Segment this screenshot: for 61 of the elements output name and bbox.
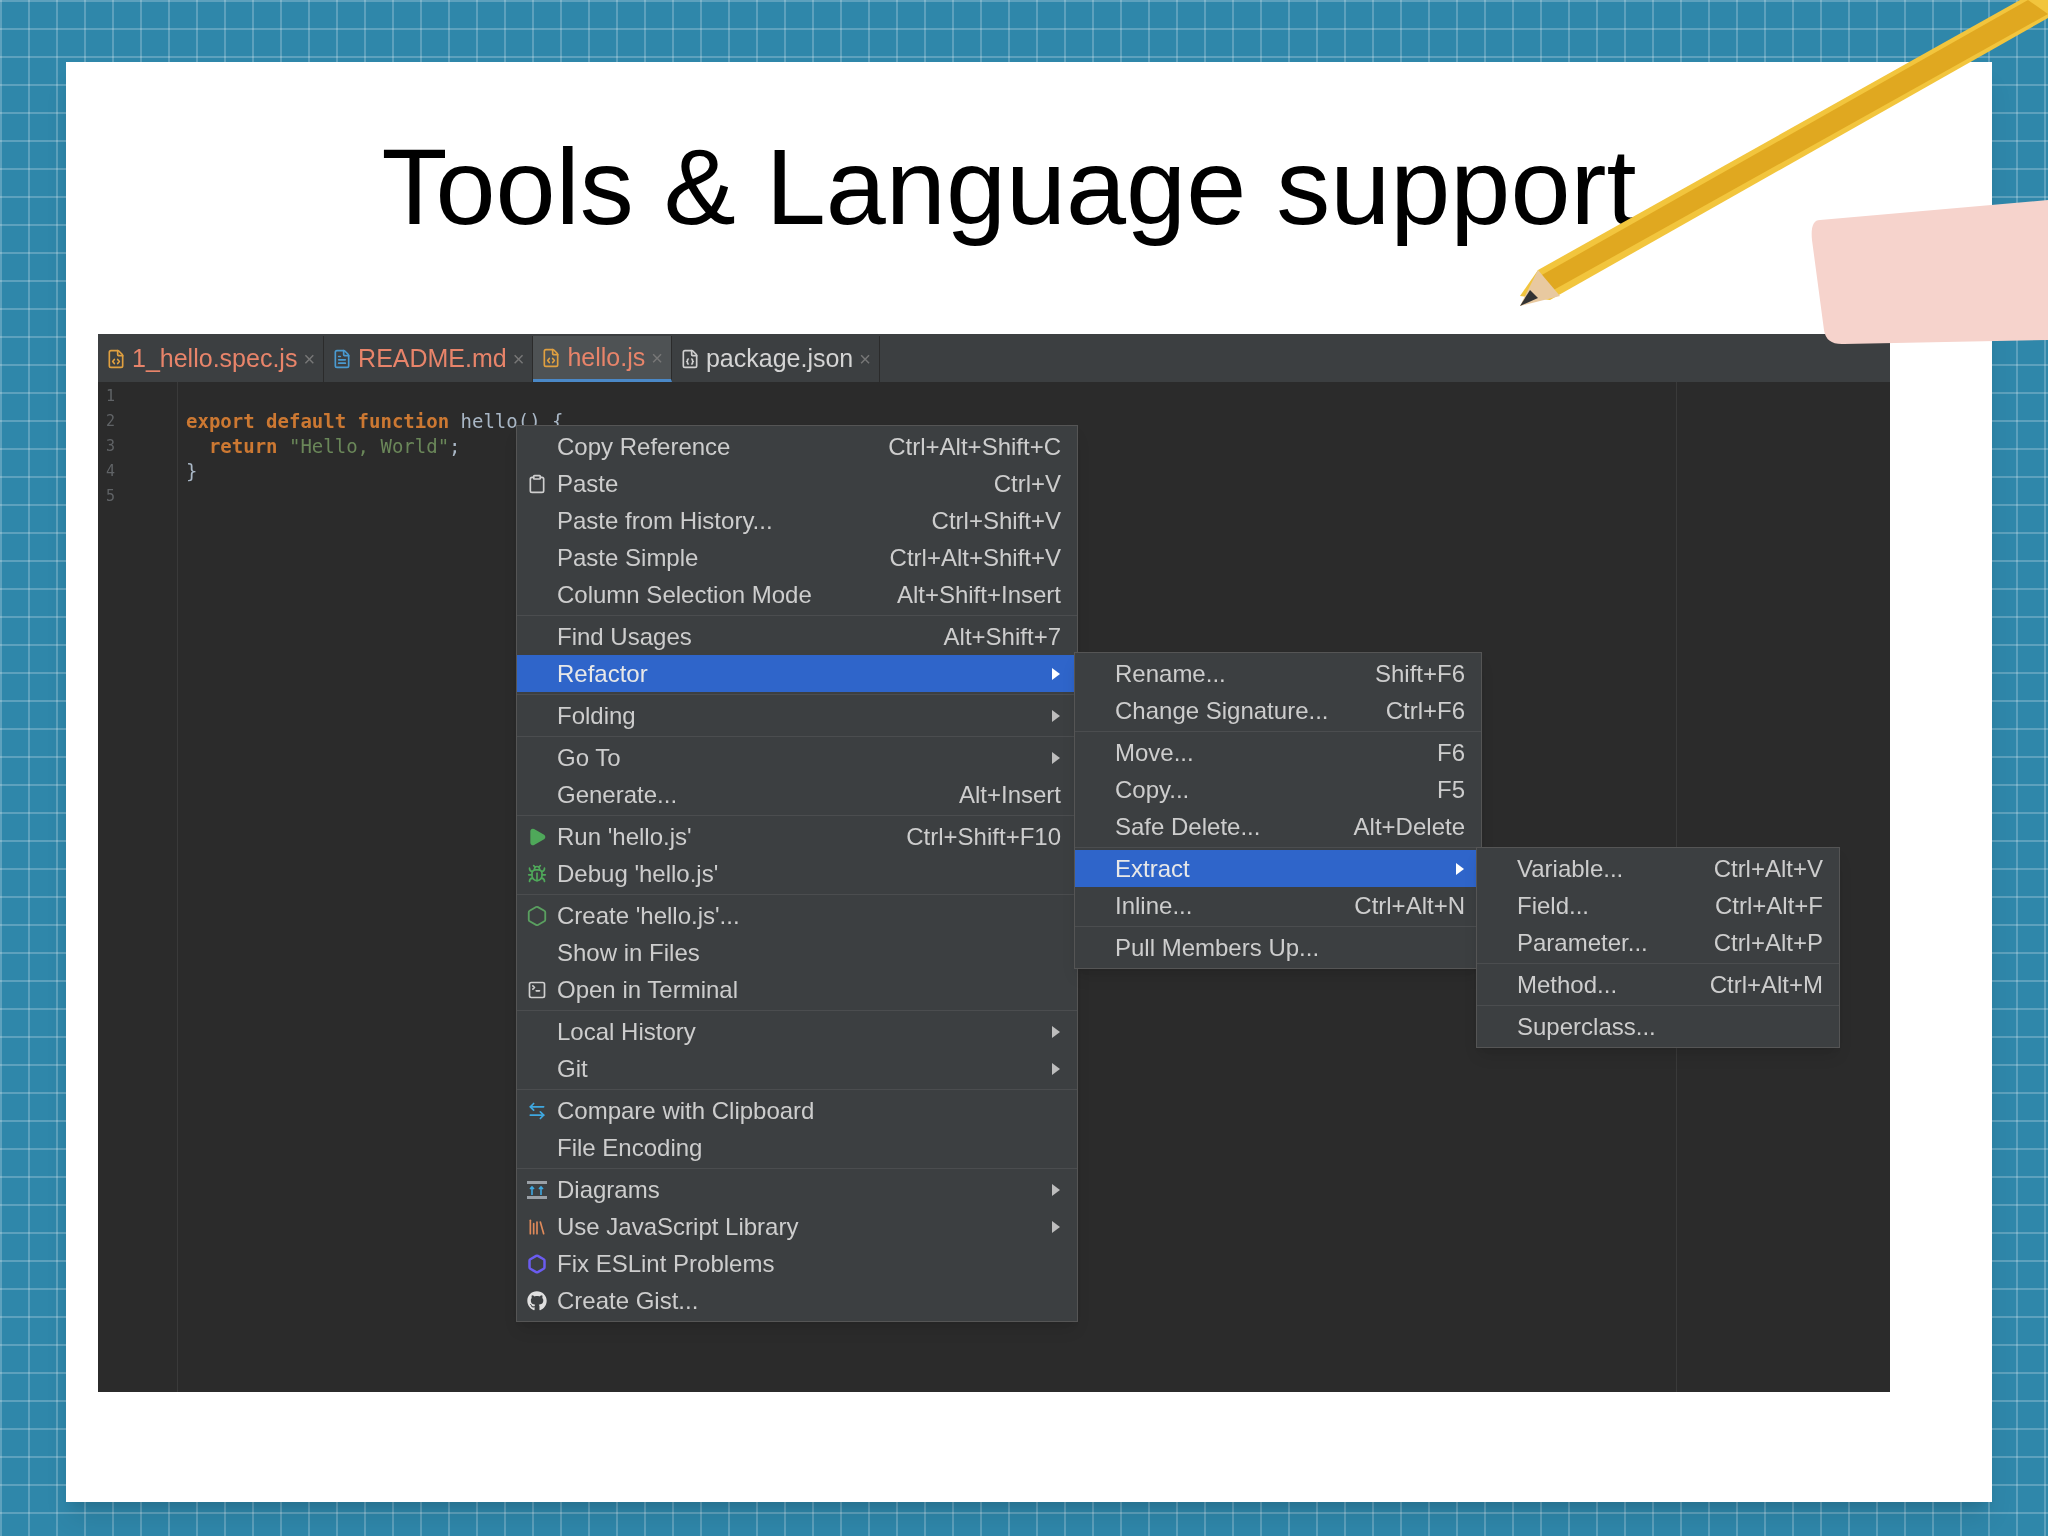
menu-item[interactable]: Field... Ctrl+Alt+F	[1477, 887, 1839, 924]
github-icon	[527, 1290, 547, 1311]
play-icon	[527, 826, 547, 847]
file-icon	[106, 349, 126, 369]
submenu-arrow-icon	[1051, 750, 1061, 765]
menu-item[interactable]: Create Gist...	[517, 1282, 1077, 1319]
hexagon-icon	[527, 1253, 547, 1274]
menu-item[interactable]: Run 'hello.js' Ctrl+Shift+F10	[517, 818, 1077, 855]
line-number: 5	[106, 486, 116, 508]
submenu-arrow-icon	[1051, 708, 1061, 723]
menu-item[interactable]: Copy... F5	[1075, 771, 1481, 808]
code-line: }	[186, 459, 198, 485]
clipboard-icon	[527, 473, 547, 494]
menu-item[interactable]: Find Usages Alt+Shift+7	[517, 618, 1077, 655]
menu-item[interactable]: Refactor	[517, 655, 1077, 692]
line-number: 3	[106, 436, 116, 458]
menu-item[interactable]: Show in Files	[517, 934, 1077, 971]
menu-item[interactable]: Paste Simple Ctrl+Alt+Shift+V	[517, 539, 1077, 576]
code-line: return "Hello, World";	[207, 434, 461, 460]
menu-item[interactable]: Paste from History... Ctrl+Shift+V	[517, 502, 1077, 539]
diagram-icon	[526, 1179, 548, 1200]
submenu-arrow-icon	[1455, 861, 1465, 876]
menu-item[interactable]: Method... Ctrl+Alt+M	[1477, 966, 1839, 1003]
terminal-icon	[527, 979, 547, 1000]
hexagon-icon	[526, 904, 548, 927]
menu-item[interactable]: Local History	[517, 1013, 1077, 1050]
menu-item[interactable]: Safe Delete... Alt+Delete	[1075, 808, 1481, 845]
submenu-arrow-icon	[1051, 1061, 1061, 1076]
file-icon	[332, 349, 353, 369]
menu-item[interactable]: Go To	[517, 739, 1077, 776]
menu-item[interactable]: Change Signature... Ctrl+F6	[1075, 692, 1481, 729]
menu-item[interactable]: Git	[517, 1050, 1077, 1087]
editor-tab[interactable]: package.json ×	[671, 336, 880, 382]
editor-tab[interactable]: 1_hello.spec.js ×	[98, 336, 325, 382]
menu-item[interactable]: Debug 'hello.js'	[517, 855, 1077, 892]
menu-item[interactable]: Move... F6	[1075, 734, 1481, 771]
menu-item[interactable]: Compare with Clipboard	[517, 1092, 1077, 1129]
line-number: 1	[106, 386, 116, 408]
submenu-arrow-icon	[1051, 1024, 1061, 1039]
line-number: 2	[106, 411, 116, 433]
slide-title: Tools & Language support	[381, 125, 1637, 249]
menu-item[interactable]: Folding	[517, 697, 1077, 734]
menu-item[interactable]: File Encoding	[517, 1129, 1077, 1166]
bug-icon	[527, 863, 547, 884]
line-number: 4	[106, 461, 116, 483]
menu-item[interactable]: Fix ESLint Problems	[517, 1245, 1077, 1282]
menu-item[interactable]: Column Selection Mode Alt+Shift+Insert	[517, 576, 1077, 613]
menu-item[interactable]: Create 'hello.js'...	[517, 897, 1077, 934]
menu-item[interactable]: Copy Reference Ctrl+Alt+Shift+C	[517, 428, 1077, 465]
menu-item[interactable]: Rename... Shift+F6	[1075, 655, 1481, 692]
compare-arrows-icon	[527, 1100, 547, 1121]
file-icon	[541, 347, 562, 368]
submenu-arrow-icon	[1051, 666, 1061, 681]
menu-item[interactable]: Diagrams	[517, 1171, 1077, 1208]
menu-item[interactable]: Generate... Alt+Insert	[517, 776, 1077, 813]
submenu-arrow-icon	[1051, 1182, 1061, 1197]
menu-item[interactable]: Use JavaScript Library	[517, 1208, 1077, 1245]
submenu-arrow-icon	[1051, 1219, 1061, 1234]
menu-item[interactable]: Open in Terminal	[517, 971, 1077, 1008]
menu-item[interactable]: Superclass...	[1477, 1008, 1839, 1045]
menu-item[interactable]: Paste Ctrl+V	[517, 465, 1077, 502]
